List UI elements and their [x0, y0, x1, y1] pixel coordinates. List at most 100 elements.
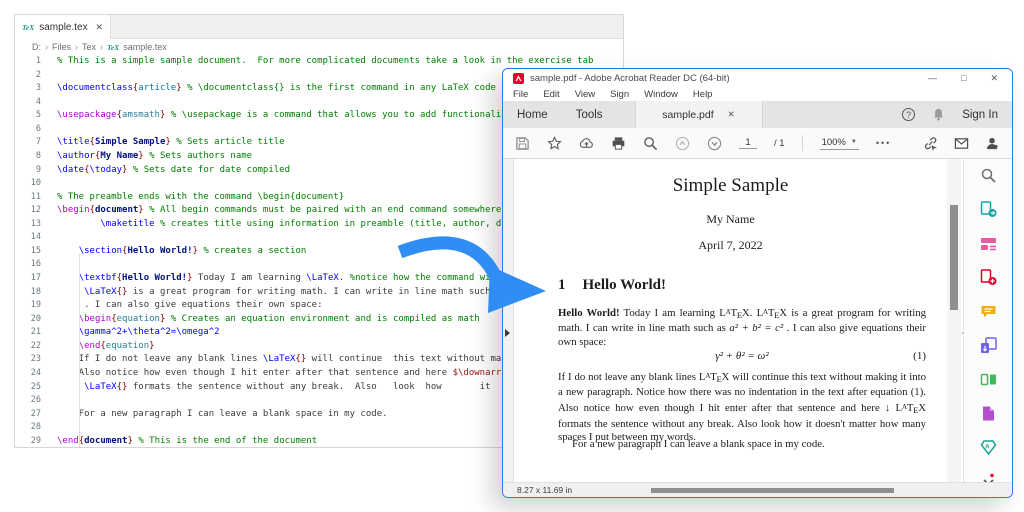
star-favorite-icon[interactable] — [547, 136, 562, 151]
search-icon[interactable] — [643, 136, 658, 151]
latex-logo: LATEX — [719, 307, 749, 319]
pdf-page: Simple Sample My Name April 7, 2022 1Hel… — [514, 159, 947, 482]
sign-account-icon[interactable] — [985, 136, 1000, 151]
line-number: 24 — [15, 367, 57, 381]
document-tab-close-icon[interactable]: ✕ — [728, 109, 735, 120]
code-text: If I do not leave any blank lines \LaTeX… — [57, 353, 523, 367]
breadcrumb[interactable]: D:›Files›Tex›TeXsample.tex — [15, 41, 623, 53]
tools-sidebar: A — [963, 159, 1012, 482]
organize-pages-icon[interactable] — [980, 371, 997, 388]
code-text: % This is a simple sample document. For … — [57, 55, 593, 69]
save-icon[interactable] — [515, 136, 530, 151]
tab-tools[interactable]: Tools — [562, 109, 617, 121]
code-text: \author{My Name} % Sets authors name — [57, 150, 252, 164]
close-button[interactable]: ✕ — [990, 74, 998, 83]
line-number: 19 — [15, 299, 57, 313]
breadcrumb-item[interactable]: Files — [52, 42, 71, 52]
code-text: % The preamble ends with the command \be… — [57, 191, 344, 205]
email-icon[interactable] — [954, 136, 969, 151]
page-size-label: 8.27 x 11.69 in — [517, 485, 572, 495]
section-title: Hello World! — [583, 277, 666, 293]
search-tools-icon[interactable] — [980, 167, 997, 184]
code-text: For a new paragraph I can leave a blank … — [57, 408, 388, 422]
comment-icon[interactable] — [980, 303, 997, 320]
pdf-equation: γ² + θ² = ω² (1) — [558, 350, 926, 362]
create-pdf-icon[interactable] — [980, 269, 997, 286]
line-number: 14 — [15, 231, 57, 245]
edit-pdf-icon[interactable] — [980, 235, 997, 252]
line-number: 29 — [15, 435, 57, 448]
menu-item-view[interactable]: View — [575, 89, 595, 100]
breadcrumb-item[interactable]: sample.tex — [123, 42, 167, 52]
editor-tab-bar: TeX sample.tex ✕ — [15, 15, 623, 39]
combine-files-icon[interactable] — [980, 337, 997, 354]
nav-pane-expand-icon[interactable] — [505, 329, 510, 337]
tex-file-icon: TeX — [107, 43, 119, 52]
editor-tab-label: sample.tex — [39, 22, 87, 33]
line-number: 8 — [15, 150, 57, 164]
vertical-scrollbar-thumb[interactable] — [950, 205, 958, 310]
line-number: 22 — [15, 340, 57, 354]
share-link-icon[interactable] — [923, 136, 938, 151]
zoom-select[interactable]: 100% ▼ — [820, 137, 859, 150]
tab-home[interactable]: Home — [503, 109, 562, 121]
previous-page-icon[interactable] — [675, 136, 690, 151]
code-line[interactable]: 1% This is a simple sample document. For… — [15, 55, 623, 69]
page-number-input[interactable]: 1 — [739, 137, 757, 149]
line-number: 27 — [15, 408, 57, 422]
menu-item-edit[interactable]: Edit — [543, 89, 559, 100]
next-page-icon[interactable] — [707, 136, 722, 151]
code-text: \usepackage{amsmath} % \usepackage is a … — [57, 109, 512, 123]
line-number: 9 — [15, 164, 57, 178]
help-icon[interactable]: ? — [902, 108, 915, 121]
menu-item-file[interactable]: File — [513, 89, 528, 100]
line-number: 10 — [15, 177, 57, 191]
line-number: 25 — [15, 381, 57, 395]
pdf-paragraph: If I do not leave any blank lines LATEX … — [558, 369, 926, 445]
code-text: \documentclass{article} % \documentclass… — [57, 82, 496, 96]
latex-logo: LATEX — [757, 307, 787, 319]
menu-item-help[interactable]: Help — [693, 89, 713, 100]
vertical-scrollbar[interactable] — [947, 159, 961, 482]
export-pdf-icon[interactable] — [980, 201, 997, 218]
chevron-right-icon: › — [45, 42, 48, 52]
scan-ocr-icon[interactable]: A — [980, 439, 997, 456]
more-tools-icon[interactable]: ••• — [876, 138, 891, 148]
pdf-paragraph: Hello World! Today I am learning LATEX. … — [558, 305, 926, 350]
code-text: \end{equation} — [57, 340, 155, 354]
menu-item-window[interactable]: Window — [644, 89, 678, 100]
compress-pdf-icon[interactable] — [980, 405, 997, 422]
cloud-upload-icon[interactable] — [579, 136, 594, 151]
pdf-paragraph: For a new paragraph I can leave a blank … — [558, 438, 926, 452]
line-number: 17 — [15, 272, 57, 286]
code-text: \end{document} % This is the end of the … — [57, 435, 317, 448]
code-text: . I can also give equations their own sp… — [57, 299, 323, 313]
minimize-button[interactable]: — — [928, 74, 937, 83]
sign-in-button[interactable]: Sign In — [962, 109, 998, 121]
breadcrumb-item[interactable]: Tex — [82, 42, 96, 52]
line-number: 11 — [15, 191, 57, 205]
line-number: 7 — [15, 136, 57, 150]
line-number: 23 — [15, 353, 57, 367]
line-number: 28 — [15, 421, 57, 435]
editor-tab-sample-tex[interactable]: TeX sample.tex ✕ — [15, 15, 111, 39]
document-area: Simple Sample My Name April 7, 2022 1Hel… — [503, 159, 1012, 482]
tab-close-icon[interactable]: ✕ — [95, 22, 103, 33]
menu-item-sign[interactable]: Sign — [610, 89, 629, 100]
equation-body: γ² + θ² = ω² — [715, 350, 768, 362]
horizontal-scrollbar-thumb[interactable] — [651, 488, 894, 493]
menu-bar: File Edit View Sign Window Help — [503, 87, 1012, 101]
compile-arrow — [392, 228, 554, 322]
maximize-button[interactable]: □ — [961, 74, 966, 83]
document-tab-label: sample.pdf — [662, 109, 713, 121]
acrobat-title-bar[interactable]: sample.pdf - Adobe Acrobat Reader DC (64… — [503, 69, 1012, 87]
tab-document[interactable]: sample.pdf ✕ — [635, 101, 763, 128]
equation-number: (1) — [913, 350, 926, 362]
print-icon[interactable] — [611, 136, 626, 151]
line-number: 21 — [15, 326, 57, 340]
notification-bell-icon[interactable] — [931, 107, 946, 122]
breadcrumb-item[interactable]: D: — [32, 42, 41, 52]
line-number: 16 — [15, 258, 57, 272]
line-number: 15 — [15, 245, 57, 259]
pdf-section-heading: 1Hello World! — [558, 277, 666, 294]
